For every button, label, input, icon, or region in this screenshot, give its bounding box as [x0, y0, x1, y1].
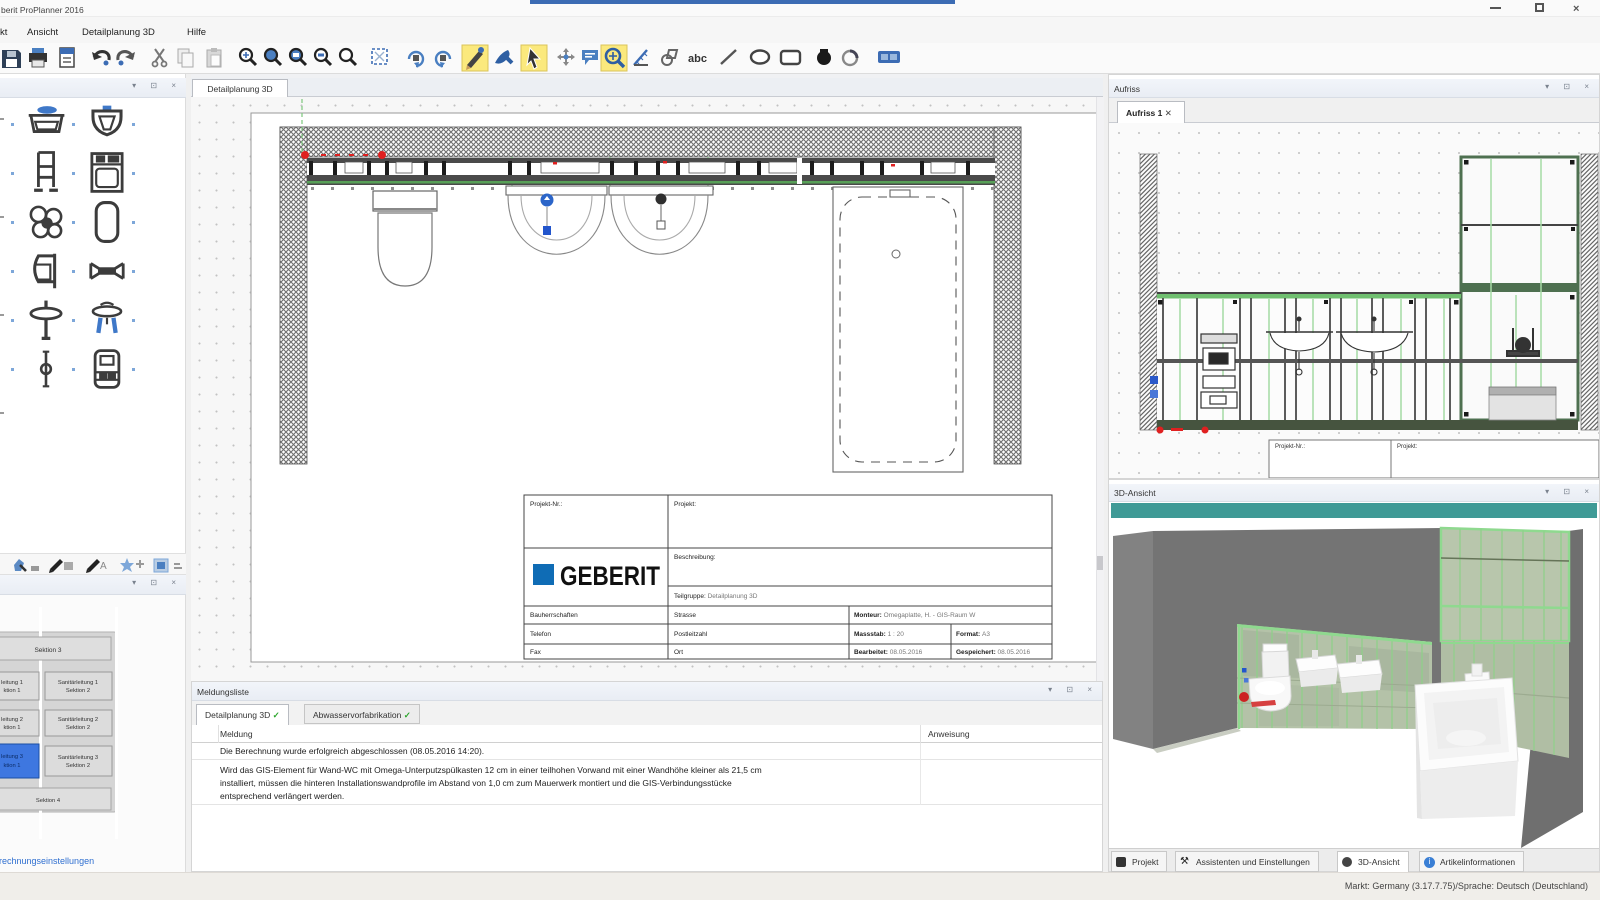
svg-text:Sektion 2: Sektion 2 — [66, 688, 90, 694]
svg-text:Sektion 2: Sektion 2 — [66, 725, 90, 731]
svg-text:Projekt-Nr.:: Projekt-Nr.: — [1275, 444, 1305, 450]
svg-text:Projekt:: Projekt: — [1397, 444, 1418, 450]
svg-text:Postleitzahl: Postleitzahl — [674, 631, 708, 638]
svg-text:Massstab: 1 : 20: Massstab: 1 : 20 — [854, 631, 904, 638]
svg-text:ktion 1: ktion 1 — [3, 725, 20, 731]
svg-text:ktion 1: ktion 1 — [3, 688, 20, 694]
svg-text:Projekt-Nr.:: Projekt-Nr.: — [530, 501, 563, 508]
svg-text:Sanitärleitung 2: Sanitärleitung 2 — [58, 717, 98, 723]
svg-text:leitung 3: leitung 3 — [1, 754, 23, 760]
svg-text:Bauherrschaften: Bauherrschaften — [530, 612, 578, 619]
svg-text:Strasse: Strasse — [674, 612, 696, 619]
svg-text:Format: A3: Format: A3 — [956, 631, 990, 638]
svg-text:Sektion 3: Sektion 3 — [34, 647, 61, 654]
svg-text:Telefon: Telefon — [530, 631, 551, 638]
svg-text:Sektion 4: Sektion 4 — [36, 798, 61, 804]
svg-text:Ort: Ort — [674, 649, 683, 656]
svg-text:GEBERIT: GEBERIT — [560, 561, 660, 591]
svg-text:Gespeichert: 08.05.2016: Gespeichert: 08.05.2016 — [956, 649, 1030, 656]
svg-text:Sektion 2: Sektion 2 — [66, 763, 90, 769]
svg-text:Teilgruppe: Detailplanung 3D: Teilgruppe: Detailplanung 3D — [674, 593, 758, 600]
svg-text:leitung 1: leitung 1 — [1, 680, 23, 686]
svg-text:Beschreibung:: Beschreibung: — [674, 554, 716, 561]
svg-text:Projekt:: Projekt: — [674, 501, 696, 508]
svg-text:Sanitärleitung 3: Sanitärleitung 3 — [58, 755, 98, 761]
svg-text:leitung 2: leitung 2 — [1, 717, 23, 723]
svg-text:Sanitärleitung 1: Sanitärleitung 1 — [58, 680, 98, 686]
svg-text:Monteur: Omegaplatte, H. - GIS: Monteur: Omegaplatte, H. - GIS-Raum W — [854, 612, 976, 619]
svg-text:A: A — [100, 561, 107, 572]
svg-text:ktion 1: ktion 1 — [3, 763, 20, 769]
svg-text:Bearbeitet: 08.05.2016: Bearbeitet: 08.05.2016 — [854, 649, 923, 656]
svg-text:Fax: Fax — [530, 649, 542, 656]
svg-text:abc: abc — [688, 53, 707, 65]
